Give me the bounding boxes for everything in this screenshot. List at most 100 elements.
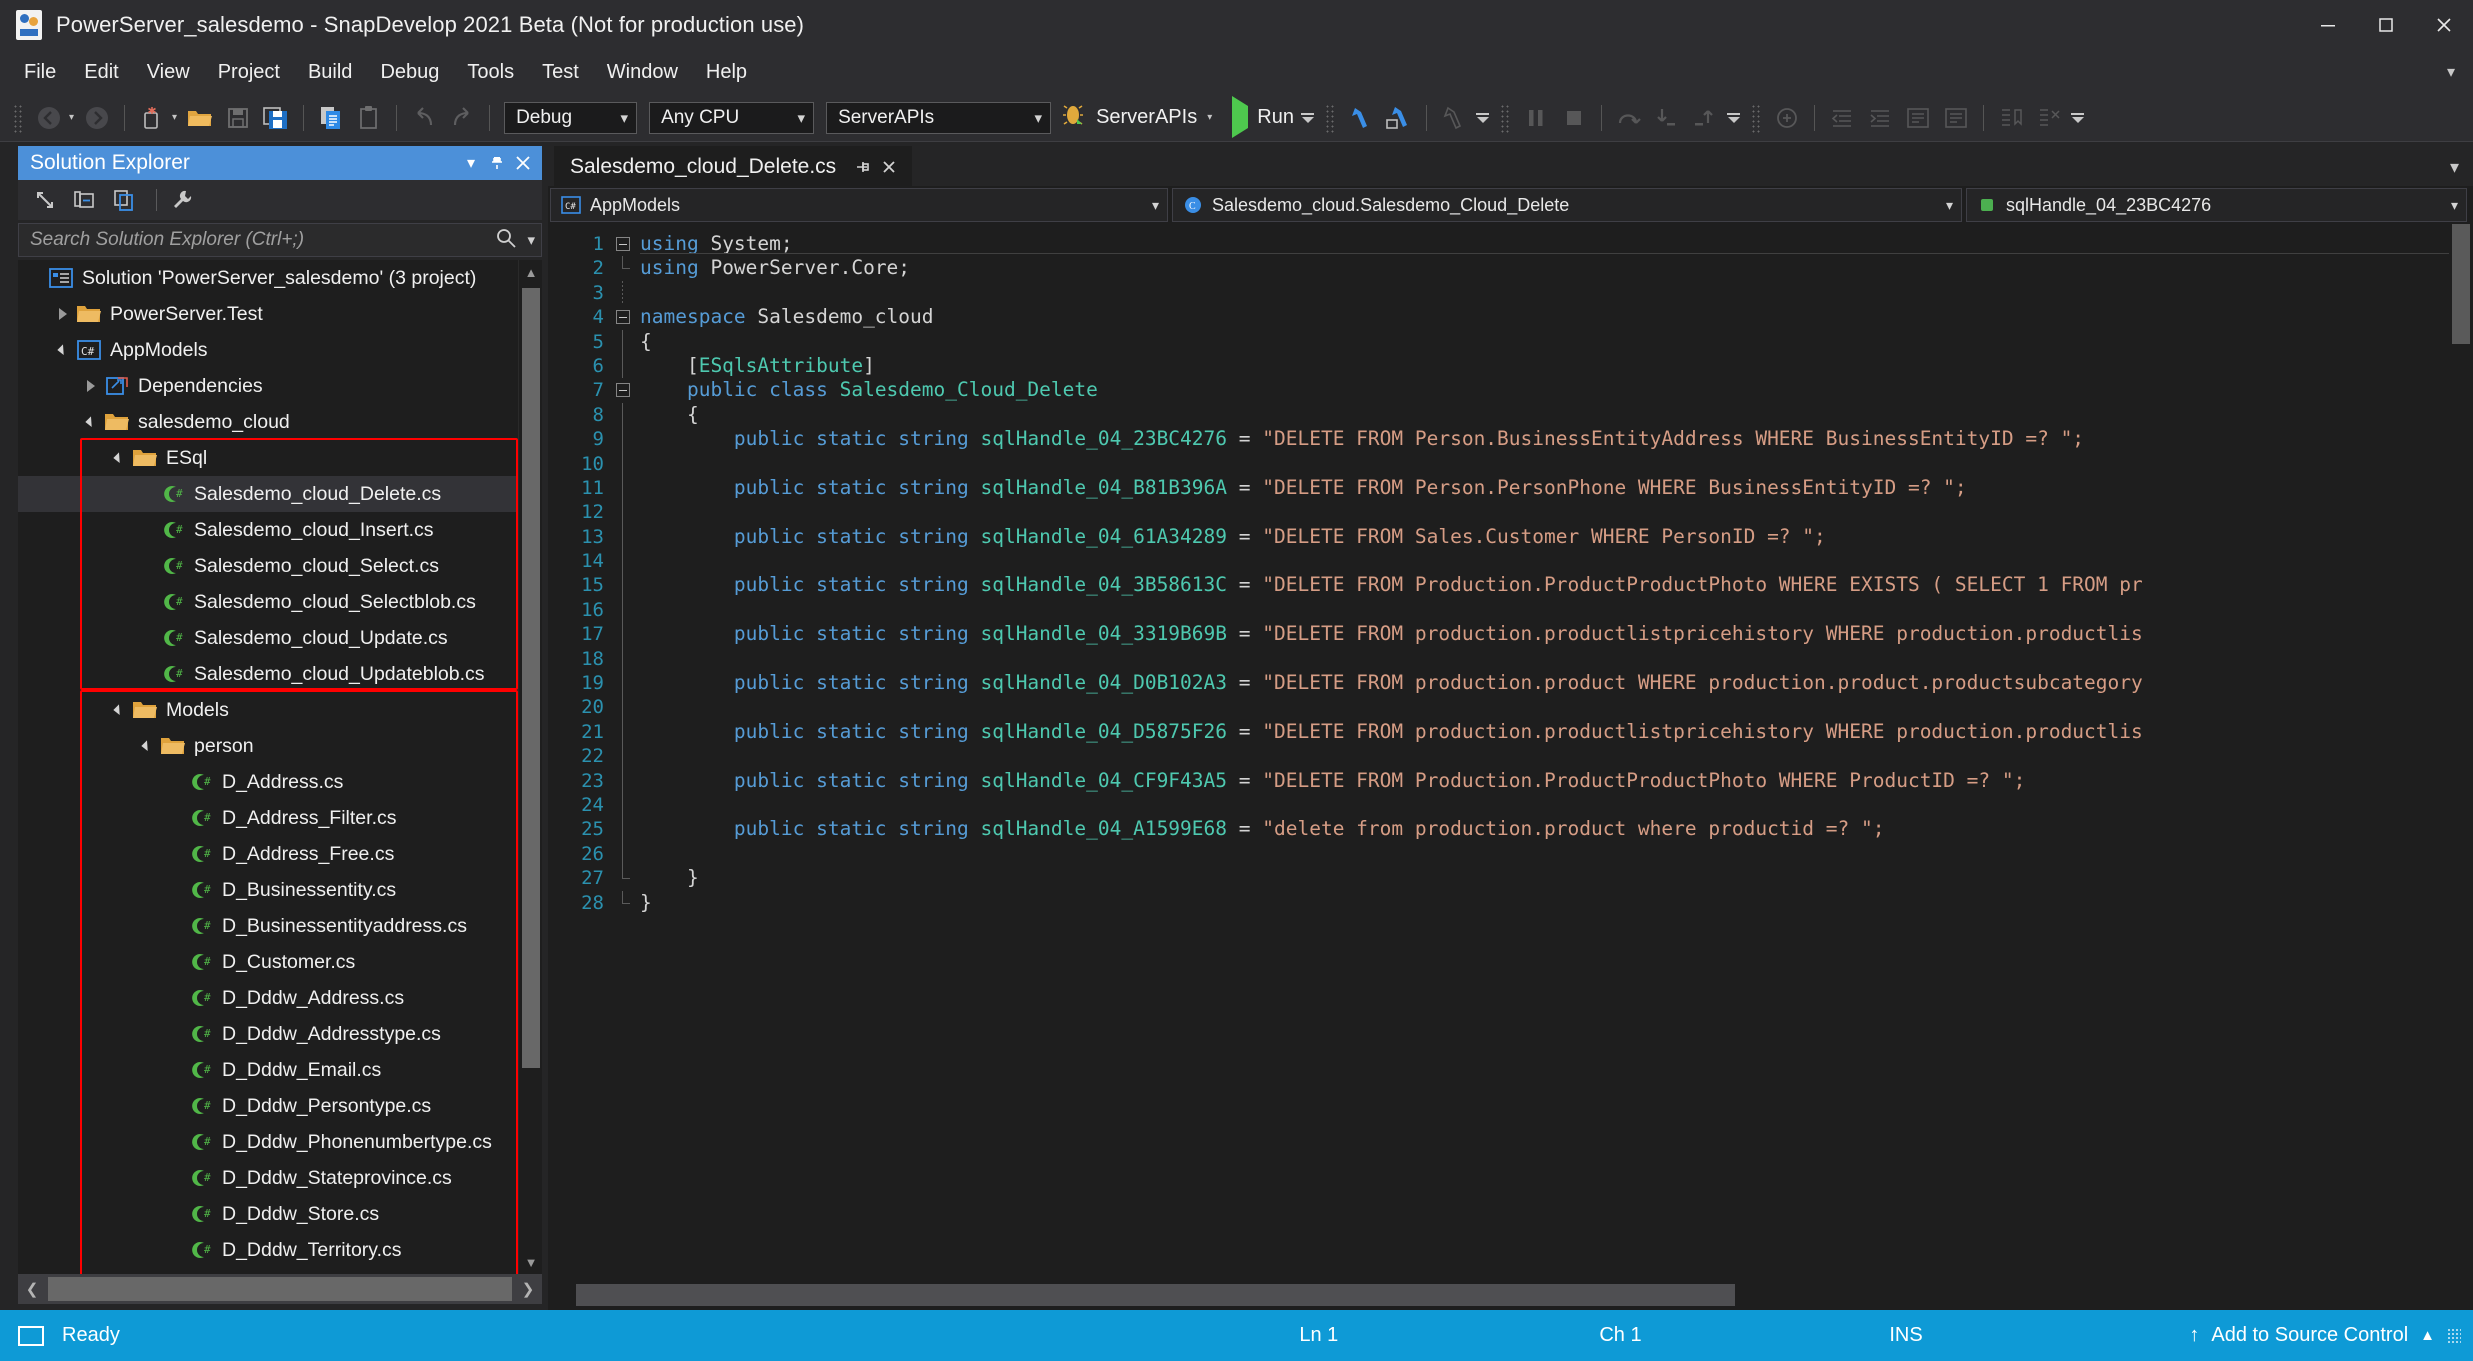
collapse-all-icon[interactable] xyxy=(68,183,102,217)
menu-item-tools[interactable]: Tools xyxy=(453,55,528,90)
tree-item[interactable]: Dependencies xyxy=(18,368,518,404)
toolbar-grip[interactable] xyxy=(12,102,24,133)
tabstrip-overflow-icon[interactable]: ▾ xyxy=(2450,157,2459,178)
tree-item[interactable]: # D_Dddw_Stateprovince.cs xyxy=(18,1160,518,1196)
tree-item[interactable]: # Salesdemo_cloud_Update.cs xyxy=(18,620,518,656)
navigate-forward-icon[interactable] xyxy=(80,101,114,135)
toolbar-grip-2[interactable] xyxy=(1323,102,1336,133)
solution-tree-horizontal-scrollbar[interactable]: ❮ ❯ xyxy=(18,1274,542,1304)
run-button[interactable]: Run xyxy=(1228,96,1298,138)
tree-item[interactable]: # Salesdemo_cloud_Insert.cs xyxy=(18,512,518,548)
navbar-project-dropdown[interactable]: C# AppModels ▾ xyxy=(550,188,1168,222)
open-file-icon[interactable] xyxy=(183,101,217,135)
tree-item[interactable]: # D_Address_Free.cs xyxy=(18,836,518,872)
tree-item[interactable]: # D_Dddw_Territory.cs xyxy=(18,1232,518,1268)
indent-icon[interactable] xyxy=(1863,101,1897,135)
toolbar-grip-3[interactable] xyxy=(1498,102,1511,133)
menu-item-build[interactable]: Build xyxy=(294,55,366,90)
add-to-source-control-button[interactable]: ↑ Add to Source Control ▲ xyxy=(2189,1324,2473,1347)
menu-item-project[interactable]: Project xyxy=(204,55,294,90)
tree-item[interactable]: # D_Address.cs xyxy=(18,764,518,800)
chevron-down-icon[interactable] xyxy=(108,452,130,464)
step-out-icon[interactable] xyxy=(1688,101,1722,135)
tree-item[interactable]: salesdemo_cloud xyxy=(18,404,518,440)
debug-overflow-icon[interactable] xyxy=(1724,112,1744,123)
menu-item-edit[interactable]: Edit xyxy=(70,55,132,90)
close-icon[interactable] xyxy=(876,154,902,180)
tree-item[interactable]: # D_Address_Filter.cs xyxy=(18,800,518,836)
fold-marker[interactable] xyxy=(614,305,640,329)
tree-item[interactable]: # D_Businessentityaddress.cs xyxy=(18,908,518,944)
chevron-down-icon[interactable] xyxy=(108,704,130,716)
paste-icon[interactable] xyxy=(352,101,386,135)
navbar-member-dropdown[interactable]: sqlHandle_04_23BC4276 ▾ xyxy=(1966,188,2467,222)
search-icon[interactable] xyxy=(495,227,517,254)
menu-item-help[interactable]: Help xyxy=(692,55,761,90)
code-folding-margin[interactable] xyxy=(614,224,640,1280)
editor-overflow-icon[interactable] xyxy=(2068,112,2088,123)
chevron-down-icon[interactable]: ▾ xyxy=(1207,112,1212,123)
pin-icon[interactable] xyxy=(484,150,510,176)
menu-item-debug[interactable]: Debug xyxy=(366,55,453,90)
platform-dropdown[interactable]: Any CPU ▾ xyxy=(649,101,815,134)
tree-item[interactable]: # D_Businessentity.cs xyxy=(18,872,518,908)
navigate-backward-icon[interactable] xyxy=(32,101,66,135)
tree-item[interactable]: # Salesdemo_cloud_Delete.cs xyxy=(18,476,518,512)
close-icon[interactable] xyxy=(510,150,536,176)
uncomment-icon[interactable] xyxy=(1939,101,1973,135)
editor-tab[interactable]: Salesdemo_cloud_Delete.cs xyxy=(554,146,913,186)
pin-icon[interactable] xyxy=(850,154,876,180)
save-icon[interactable] xyxy=(221,101,255,135)
startup-project-dropdown[interactable]: ServerAPIs ▾ xyxy=(826,101,1052,134)
debug-target-button[interactable]: ServerAPIs ▾ xyxy=(1057,102,1220,134)
step-into-icon[interactable] xyxy=(1650,101,1684,135)
scroll-left-icon[interactable]: ❮ xyxy=(18,1274,46,1304)
new-project-dropdown-icon[interactable]: ▾ xyxy=(172,112,177,123)
solution-tree[interactable]: Solution 'PowerServer_salesdemo' (3 proj… xyxy=(18,260,518,1274)
outdent-icon[interactable] xyxy=(1825,101,1859,135)
run-overflow-icon[interactable] xyxy=(1298,112,1318,123)
tree-item[interactable]: Solution 'PowerServer_salesdemo' (3 proj… xyxy=(18,260,518,296)
tree-item[interactable]: # D_Dddw_Addresstype.cs xyxy=(18,1016,518,1052)
tree-item[interactable]: # Salesdemo_cloud_Selectblob.cs xyxy=(18,584,518,620)
properties-wrench-icon[interactable] xyxy=(165,183,199,217)
chevron-down-icon[interactable]: ▾ xyxy=(2447,62,2455,82)
chevron-up-icon[interactable]: ▲ xyxy=(2420,1327,2435,1344)
comment-icon[interactable] xyxy=(1901,101,1935,135)
maximize-button[interactable] xyxy=(2357,0,2415,50)
menu-item-test[interactable]: Test xyxy=(528,55,593,90)
copy-icon[interactable] xyxy=(314,101,348,135)
menu-item-window[interactable]: Window xyxy=(593,55,692,90)
fold-marker[interactable] xyxy=(614,378,640,402)
redo-icon[interactable] xyxy=(445,101,479,135)
tree-item[interactable]: # D_Dddw_Store.cs xyxy=(18,1196,518,1232)
tree-item[interactable]: Models xyxy=(18,692,518,728)
navbar-type-dropdown[interactable]: C Salesdemo_cloud.Salesdemo_Cloud_Delete… xyxy=(1172,188,1962,222)
clear-bookmarks-icon[interactable] xyxy=(2032,101,2066,135)
tree-item[interactable]: # D_Dddw_Address.cs xyxy=(18,980,518,1016)
tree-item[interactable]: PowerServer.Test xyxy=(18,296,518,332)
close-button[interactable] xyxy=(2415,0,2473,50)
undo-icon[interactable] xyxy=(407,101,441,135)
tree-item[interactable]: # Salesdemo_cloud_Select.cs xyxy=(18,548,518,584)
cancel-build-icon[interactable] xyxy=(1437,101,1471,135)
tree-item[interactable]: # Salesdemo_cloud_Updateblob.cs xyxy=(18,656,518,692)
resize-grip-icon[interactable] xyxy=(2447,1327,2461,1344)
solution-tree-vertical-scrollbar[interactable]: ▲ ▼ xyxy=(518,260,542,1274)
build-overflow-icon[interactable] xyxy=(1473,112,1493,123)
chevron-down-icon[interactable]: ▾ xyxy=(458,150,484,176)
add-watch-icon[interactable] xyxy=(1770,101,1804,135)
tree-item[interactable]: # D_Dddw_Persontype.cs xyxy=(18,1088,518,1124)
code-editor[interactable]: 1 2 3 4 5 6 7 8 9 10 11 12 13 14 15 16 17 18 19 20 21 22 23 24 2… xyxy=(548,224,2473,1280)
new-project-icon[interactable] xyxy=(135,101,169,135)
stop-debugging-icon[interactable] xyxy=(1557,101,1591,135)
sync-with-active-document-icon[interactable] xyxy=(28,183,62,217)
search-options-chevron-icon[interactable]: ▾ xyxy=(527,231,535,249)
show-all-files-icon[interactable] xyxy=(108,183,142,217)
chevron-right-icon[interactable] xyxy=(80,380,102,392)
code-vertical-scrollbar[interactable] xyxy=(2449,224,2473,1280)
menu-item-view[interactable]: View xyxy=(133,55,204,90)
fold-marker[interactable] xyxy=(614,232,640,256)
tree-item[interactable]: ESql xyxy=(18,440,518,476)
chevron-down-icon[interactable] xyxy=(52,344,74,356)
